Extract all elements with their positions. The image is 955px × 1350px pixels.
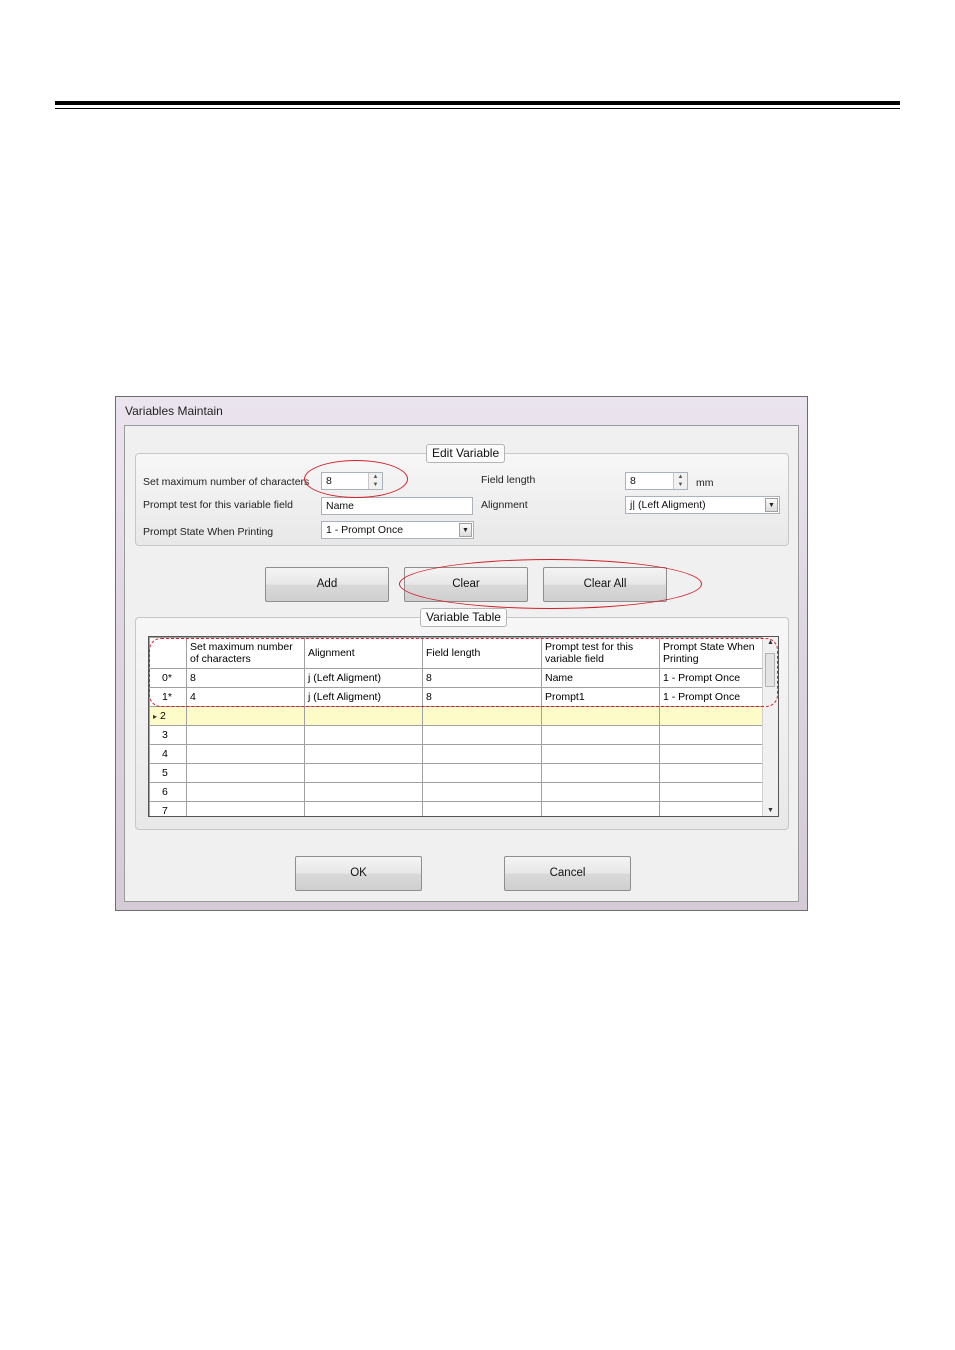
table-row[interactable]: 4 <box>149 744 766 764</box>
ok-button[interactable]: OK <box>295 856 422 891</box>
table-cell-alignment[interactable] <box>304 801 423 816</box>
row-index: 3 <box>162 729 168 741</box>
max-chars-label: Set maximum number of characters <box>143 476 310 488</box>
table-cell-prompt-text[interactable] <box>541 763 660 783</box>
add-button[interactable]: Add <box>265 567 389 602</box>
field-length-label: Field length <box>481 474 536 486</box>
prompt-state-label: Prompt State When Printing <box>143 526 274 538</box>
row-pointer-icon: ▸ <box>153 712 158 721</box>
table-cell-prompt-state[interactable] <box>659 744 766 764</box>
row-header[interactable]: 5 <box>149 763 187 783</box>
table-cell-field-length[interactable] <box>422 706 542 726</box>
clear-buttons-highlight-oval <box>399 559 702 609</box>
cancel-button[interactable]: Cancel <box>504 856 631 891</box>
variable-table-title: Variable Table <box>420 608 507 627</box>
window-title: Variables Maintain <box>125 404 223 418</box>
table-rows-highlight-box <box>149 638 778 707</box>
alignment-select[interactable]: j| (Left Aligment) ▼ <box>625 496 780 514</box>
row-header[interactable]: ▸ 2 <box>149 706 187 726</box>
table-cell-prompt-state[interactable] <box>659 706 766 726</box>
spin-down-icon[interactable]: ▼ <box>674 481 687 489</box>
row-header[interactable]: 7 <box>149 801 187 817</box>
field-length-value: 8 <box>630 475 636 487</box>
field-length-stepper[interactable]: 8 ▲ ▼ <box>625 472 688 490</box>
table-cell-max-chars[interactable] <box>186 782 305 802</box>
prompt-state-select[interactable]: 1 - Prompt Once ▼ <box>321 521 474 539</box>
row-index: 6 <box>162 786 168 798</box>
prompt-state-value: 1 - Prompt Once <box>326 524 404 536</box>
row-header[interactable]: 3 <box>149 725 187 745</box>
table-cell-prompt-state[interactable] <box>659 725 766 745</box>
table-cell-prompt-text[interactable] <box>541 744 660 764</box>
chevron-down-icon[interactable]: ▼ <box>459 523 472 537</box>
table-cell-field-length[interactable] <box>422 782 542 802</box>
row-index: 5 <box>162 767 168 779</box>
row-header[interactable]: 4 <box>149 744 187 764</box>
table-cell-max-chars[interactable] <box>186 763 305 783</box>
table-row[interactable]: 3 <box>149 725 766 745</box>
table-cell-alignment[interactable] <box>304 706 423 726</box>
prompt-text-label: Prompt test for this variable field <box>143 499 293 511</box>
row-index: 4 <box>162 748 168 760</box>
table-cell-alignment[interactable] <box>304 725 423 745</box>
spin-up-icon[interactable]: ▲ <box>674 473 687 481</box>
table-cell-prompt-text[interactable] <box>541 801 660 816</box>
table-cell-field-length[interactable] <box>422 725 542 745</box>
table-cell-prompt-text[interactable] <box>541 725 660 745</box>
table-cell-field-length[interactable] <box>422 744 542 764</box>
table-row[interactable]: 7 <box>149 801 766 817</box>
table-cell-alignment[interactable] <box>304 782 423 802</box>
prompt-text-field[interactable]: Name <box>321 497 473 515</box>
table-row[interactable]: 5 <box>149 763 766 783</box>
field-length-spinner[interactable]: ▲ ▼ <box>673 473 687 489</box>
table-cell-prompt-text[interactable] <box>541 706 660 726</box>
page-rule-thick <box>55 101 900 105</box>
row-index: 7 <box>162 805 168 817</box>
field-length-unit: mm <box>696 477 714 489</box>
table-cell-prompt-state[interactable] <box>659 782 766 802</box>
table-row[interactable]: ▸ 2 <box>149 706 766 726</box>
alignment-value: j| (Left Aligment) <box>630 499 706 511</box>
row-index: 2 <box>160 710 166 722</box>
edit-variable-title: Edit Variable <box>426 444 506 463</box>
table-cell-field-length[interactable] <box>422 801 542 816</box>
chevron-down-icon[interactable]: ▼ <box>765 498 778 512</box>
page-rule-thin <box>55 108 900 109</box>
table-cell-field-length[interactable] <box>422 763 542 783</box>
scroll-down-icon[interactable]: ▼ <box>763 807 778 814</box>
table-cell-alignment[interactable] <box>304 744 423 764</box>
table-cell-prompt-state[interactable] <box>659 763 766 783</box>
table-cell-prompt-text[interactable] <box>541 782 660 802</box>
alignment-label: Alignment <box>481 499 528 511</box>
row-header[interactable]: 6 <box>149 782 187 802</box>
table-cell-max-chars[interactable] <box>186 744 305 764</box>
table-cell-max-chars[interactable] <box>186 706 305 726</box>
table-cell-max-chars[interactable] <box>186 801 305 816</box>
table-cell-alignment[interactable] <box>304 763 423 783</box>
table-cell-prompt-state[interactable] <box>659 801 766 816</box>
table-row[interactable]: 6 <box>149 782 766 802</box>
max-chars-highlight-oval <box>304 460 408 498</box>
table-cell-max-chars[interactable] <box>186 725 305 745</box>
